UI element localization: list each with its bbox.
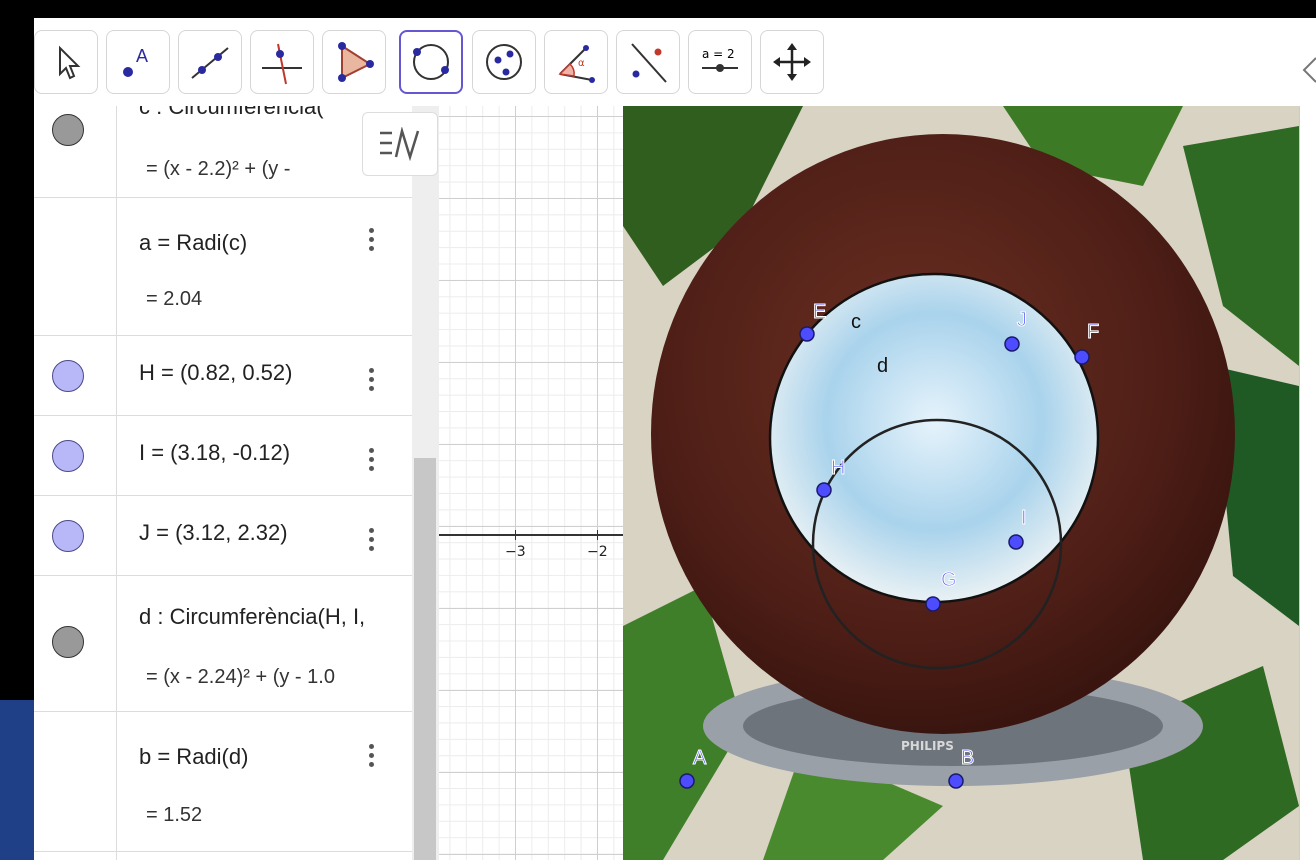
algebra-row-c[interactable]: c : Circumferència( = (x - 2.2)² + (y -	[34, 106, 412, 198]
label-d: d	[877, 355, 888, 377]
more-options-icon[interactable]	[369, 444, 379, 475]
polygon-tool-button[interactable]	[322, 30, 386, 94]
circle-three-points-icon	[486, 44, 522, 80]
visibility-toggle-I[interactable]	[52, 440, 84, 472]
definition-c[interactable]: c : Circumferència(	[139, 106, 324, 120]
point-I[interactable]: I	[1008, 507, 1027, 550]
point-B[interactable]: B	[948, 747, 975, 789]
point-tool-button[interactable]: A	[106, 30, 170, 94]
slider-icon: a = 2	[702, 47, 738, 72]
svg-text:A: A	[136, 46, 148, 66]
graphics-right-edge	[1299, 106, 1316, 860]
algebra-row-next	[34, 852, 412, 860]
left-blue-margin	[0, 700, 34, 860]
definition-d[interactable]: d : Circumferència(H, I,	[139, 604, 365, 630]
point-E[interactable]: E	[799, 301, 827, 342]
definition-I[interactable]: I = (3.18, -0.12)	[139, 440, 290, 466]
definition-H[interactable]: H = (0.82, 0.52)	[139, 360, 292, 386]
visibility-toggle-H[interactable]	[52, 360, 84, 392]
algebra-row-H[interactable]: H = (0.82, 0.52)	[34, 336, 412, 416]
svg-text:G: G	[941, 569, 957, 591]
toolbar: A α a = 2	[34, 18, 1316, 106]
cursor-arrow-icon	[59, 45, 81, 80]
circle-center-point-icon	[413, 44, 449, 80]
point-J[interactable]: J	[1004, 309, 1028, 352]
svg-text:I: I	[1021, 507, 1027, 529]
scrollbar-thumb[interactable]	[414, 458, 436, 860]
marble-column	[34, 496, 117, 575]
perpendicular-tool-button[interactable]	[250, 30, 314, 94]
reflect-tool-button[interactable]	[616, 30, 680, 94]
geometry-overlay: E J F H I G A B c d	[679, 301, 1100, 789]
value-a: = 2.04	[146, 288, 203, 310]
svg-text:F: F	[1087, 321, 1099, 343]
marble-column	[34, 852, 117, 860]
point-icon: A	[123, 46, 148, 77]
point-A[interactable]: A	[679, 747, 708, 789]
visibility-toggle-c[interactable]	[52, 114, 84, 146]
svg-text:J: J	[1017, 309, 1027, 331]
more-options-icon[interactable]	[369, 224, 379, 255]
perpendicular-line-icon	[262, 43, 302, 85]
algebra-row-I[interactable]: I = (3.18, -0.12)	[34, 416, 412, 496]
visibility-toggle-d[interactable]	[52, 626, 84, 658]
more-options-icon[interactable]	[369, 740, 379, 771]
marble-column	[34, 416, 117, 495]
marble-column	[34, 712, 117, 851]
algebra-row-b[interactable]: b = Radi(d) = 1.52	[34, 712, 412, 852]
svg-text:E: E	[813, 301, 826, 323]
definition-b[interactable]: b = Radi(d)	[139, 744, 248, 770]
left-black-margin	[0, 18, 34, 700]
algebra-row-d[interactable]: d : Circumferència(H, I, = (x - 2.24)² +…	[34, 576, 412, 712]
angle-icon: α	[558, 45, 595, 83]
graphing-style-button[interactable]	[362, 112, 438, 176]
more-options-icon[interactable]	[369, 364, 379, 395]
move-arrows-icon	[773, 43, 811, 81]
marble-column	[34, 198, 117, 335]
definition-J[interactable]: J = (3.12, 2.32)	[139, 520, 288, 546]
point-H[interactable]: H	[816, 457, 846, 498]
equation-style-icon	[380, 127, 420, 161]
angle-tool-button[interactable]: α	[544, 30, 608, 94]
value-c: = (x - 2.2)² + (y -	[146, 158, 291, 180]
algebra-view: c : Circumferència( = (x - 2.2)² + (y - …	[34, 106, 439, 860]
top-black-margin	[0, 0, 1316, 18]
line-tool-button[interactable]	[178, 30, 242, 94]
undo-icon-partial[interactable]	[1302, 50, 1316, 90]
value-b: = 1.52	[146, 804, 203, 826]
svg-text:α: α	[578, 58, 585, 69]
move-graphics-tool-button[interactable]	[760, 30, 824, 94]
polygon-icon	[338, 42, 374, 82]
slider-tool-button[interactable]: a = 2	[688, 30, 752, 94]
move-tool-button[interactable]	[34, 30, 98, 94]
svg-text:a = 2: a = 2	[702, 47, 735, 61]
value-d: = (x - 2.24)² + (y - 1.0	[146, 666, 335, 688]
svg-text:H: H	[831, 457, 845, 479]
graphics-view[interactable]: −3 −2 PHILIPS E J F H I G A B c d	[439, 106, 1316, 860]
point-G[interactable]: G	[925, 569, 957, 612]
definition-a[interactable]: a = Radi(c)	[139, 230, 247, 256]
algebra-row-a[interactable]: a = Radi(c) = 2.04	[34, 198, 412, 336]
marble-column	[34, 106, 117, 197]
visibility-toggle-J[interactable]	[52, 520, 84, 552]
more-options-icon[interactable]	[369, 524, 379, 555]
reflect-line-icon	[631, 43, 667, 83]
marble-column	[34, 576, 117, 711]
circle-d[interactable]	[811, 418, 1063, 670]
point-F[interactable]: F	[1074, 321, 1100, 365]
line-icon	[191, 47, 229, 79]
svg-text:B: B	[961, 747, 974, 769]
svg-text:A: A	[693, 747, 707, 769]
label-c: c	[851, 311, 861, 333]
algebra-row-J[interactable]: J = (3.12, 2.32)	[34, 496, 412, 576]
marble-column	[34, 336, 117, 415]
circle-tool-button[interactable]	[399, 30, 463, 94]
circle-three-points-tool-button[interactable]	[472, 30, 536, 94]
